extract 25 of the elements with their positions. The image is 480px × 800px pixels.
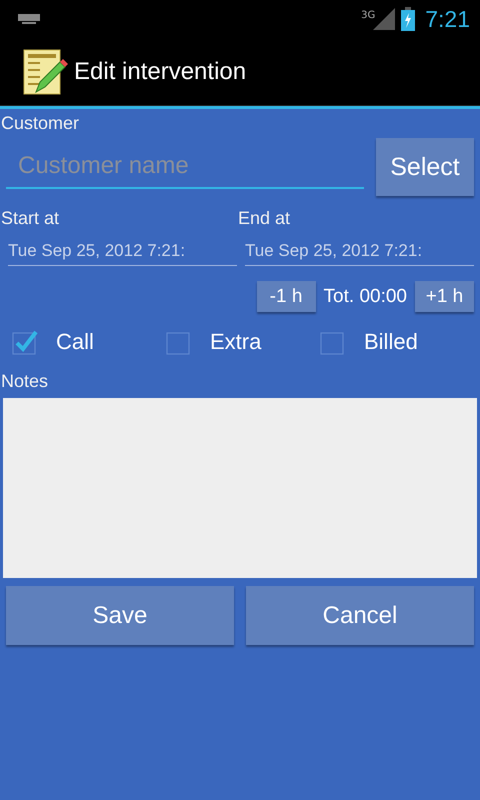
end-label: End at [237, 208, 292, 229]
battery-icon [401, 7, 416, 31]
minus-hour-button[interactable]: -1 h [256, 281, 316, 312]
signal-icon [373, 8, 396, 30]
screen-title: Edit intervention [74, 58, 246, 86]
action-button[interactable]: Save [6, 586, 234, 645]
notepad-pencil-icon [22, 48, 68, 96]
customer-name-field[interactable]: Customer name [6, 145, 364, 189]
checkbox-label: Billed [364, 329, 418, 355]
checkbox-label: Extra [210, 329, 262, 355]
end-date-field[interactable]: Tue Sep 25, 2012 7:21: [245, 239, 474, 266]
select-button[interactable]: Select [376, 138, 474, 196]
notes-label: Notes [0, 371, 50, 392]
customer-label: Customer [0, 113, 80, 134]
start-label: Start at [0, 208, 60, 229]
keyboard-icon [18, 14, 40, 24]
checkbox[interactable] [12, 329, 38, 355]
action-button[interactable]: Cancel [246, 586, 474, 645]
notes-field[interactable] [3, 398, 477, 578]
start-date-field[interactable]: Tue Sep 25, 2012 7:21: [8, 239, 237, 266]
clock: 7:21 [425, 6, 470, 32]
plus-hour-button[interactable]: +1 h [415, 281, 474, 312]
checkbox-label: Call [56, 329, 94, 355]
network-label: 3G [361, 10, 376, 20]
total-duration: Tot. 00:00 [324, 286, 407, 308]
